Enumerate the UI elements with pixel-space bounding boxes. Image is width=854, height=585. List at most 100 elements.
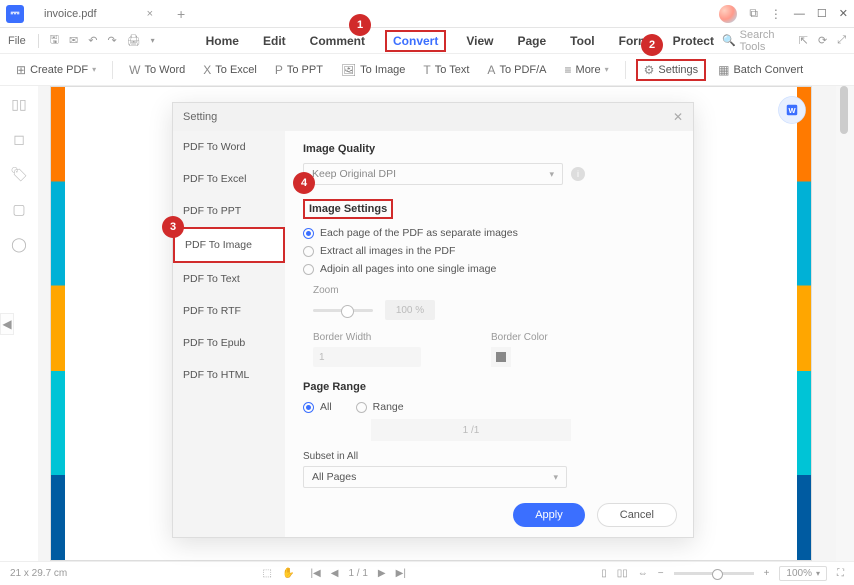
close-tab-icon[interactable]: × <box>147 8 153 20</box>
open-in-new-icon[interactable]: ⧉ <box>749 6 758 21</box>
print-icon[interactable]: 🖨 <box>124 32 144 49</box>
next-page-icon[interactable]: ▶ <box>378 568 386 579</box>
zoom-slider[interactable] <box>313 309 373 312</box>
tab-convert[interactable]: Convert <box>385 30 446 52</box>
last-page-icon[interactable]: ▶| <box>396 568 406 579</box>
batch-icon: ▦ <box>718 63 729 77</box>
redo-icon[interactable]: ↷ <box>104 32 119 49</box>
subset-dropdown[interactable]: All Pages ▾ <box>303 466 567 488</box>
tab-tool[interactable]: Tool <box>566 30 598 52</box>
pages-icon[interactable]: ▢ <box>12 201 25 218</box>
scrollbar-thumb[interactable] <box>840 86 848 134</box>
fit-width-icon[interactable]: ⇔ <box>638 568 648 579</box>
share-icon[interactable]: ⇱ <box>799 34 808 47</box>
border-width-label: Border Width <box>313 332 421 343</box>
image-quality-dropdown[interactable]: Keep Original DPI ▾ <box>303 163 563 185</box>
dialog-close-icon[interactable]: ✕ <box>673 110 683 124</box>
radio-icon <box>303 264 314 275</box>
side-pdf-to-image[interactable]: PDF To Image <box>173 227 285 263</box>
account-avatar[interactable] <box>719 5 737 23</box>
range-value-box[interactable]: 1 /1 <box>371 419 571 441</box>
zoom-in-icon[interactable]: + <box>764 568 770 579</box>
radio-range-all[interactable]: All <box>303 401 332 413</box>
border-width-input[interactable]: 1 <box>313 347 421 367</box>
vertical-scrollbar[interactable] <box>836 86 854 561</box>
close-window-button[interactable]: ✕ <box>839 7 848 20</box>
continuous-page-icon[interactable]: ▯▯ <box>617 568 628 579</box>
cloud-icon[interactable]: ⟳ <box>818 34 827 47</box>
cursor-tool-icon[interactable]: ⬚ <box>263 568 272 579</box>
page-indicator[interactable]: 1 / 1 <box>348 568 367 579</box>
tab-home[interactable]: Home <box>202 30 243 52</box>
radio-adjoin-pages[interactable]: Adjoin all pages into one single image <box>303 263 675 275</box>
to-text-button[interactable]: TTo Text <box>417 60 475 80</box>
cancel-button[interactable]: Cancel <box>597 503 677 527</box>
callout-marker-2: 2 <box>641 34 663 56</box>
settings-button[interactable]: ⚙Settings <box>636 59 707 81</box>
tab-view[interactable]: View <box>462 30 497 52</box>
attachments-icon[interactable]: 🏷 <box>10 166 28 183</box>
more-menu-icon[interactable]: ⋮ <box>770 7 782 21</box>
prev-page-icon[interactable]: ◀ <box>331 568 339 579</box>
apply-button[interactable]: Apply <box>513 503 585 527</box>
search-tools[interactable]: 🔍 Search Tools <box>722 29 789 53</box>
undo-icon[interactable]: ↶ <box>85 32 100 49</box>
search-panel-icon[interactable]: ◯ <box>11 236 27 253</box>
thumbnails-icon[interactable]: ▯▯ <box>11 96 26 113</box>
side-pdf-to-excel[interactable]: PDF To Excel <box>173 163 285 195</box>
search-placeholder: Search Tools <box>740 29 789 53</box>
zoom-value-box[interactable]: 100 % <box>385 300 435 320</box>
file-menu[interactable]: File <box>8 35 26 47</box>
separator <box>112 61 113 79</box>
radio-range-custom[interactable]: Range <box>356 401 404 413</box>
more-menu-button[interactable]: ≡More ▾ <box>559 60 615 80</box>
create-pdf-button[interactable]: ⊞Create PDF ▾ <box>10 60 102 80</box>
side-pdf-to-html[interactable]: PDF To HTML <box>173 359 285 391</box>
extra-icon[interactable]: ⤢ <box>837 34 846 47</box>
to-image-button[interactable]: 🖼To Image <box>335 60 411 80</box>
separator <box>38 34 39 48</box>
radio-extract-images[interactable]: Extract all images in the PDF <box>303 245 675 257</box>
fullscreen-icon[interactable]: ⛶ <box>837 568 844 579</box>
image-quality-heading: Image Quality <box>303 143 675 155</box>
side-pdf-to-epub[interactable]: PDF To Epub <box>173 327 285 359</box>
color-swatch <box>496 352 506 362</box>
to-excel-button[interactable]: XTo Excel <box>197 60 263 80</box>
side-pdf-to-word[interactable]: PDF To Word <box>173 131 285 163</box>
mail-icon[interactable]: ✉ <box>66 32 81 49</box>
hand-tool-icon[interactable]: ✋ <box>282 568 294 579</box>
radio-separate-images[interactable]: Each page of the PDF as separate images <box>303 227 675 239</box>
first-page-icon[interactable]: |◀ <box>310 568 320 579</box>
zoom-level-box[interactable]: 100% ▾ <box>779 566 827 581</box>
menu-bar: File 🖫 ✉ ↶ ↷ 🖨 ▾ Home Edit Comment Conve… <box>0 28 854 54</box>
print-dropdown-icon[interactable]: ▾ <box>148 34 158 47</box>
to-ppt-button[interactable]: PTo PPT <box>269 60 329 80</box>
side-pdf-to-ppt[interactable]: PDF To PPT <box>173 195 285 227</box>
side-pdf-to-text[interactable]: PDF To Text <box>173 263 285 295</box>
bookmarks-icon[interactable]: ◻ <box>13 131 25 148</box>
dialog-titlebar: Setting ✕ <box>173 103 693 131</box>
border-color-picker[interactable] <box>491 347 511 367</box>
single-page-icon[interactable]: ▯ <box>601 568 607 579</box>
zoom-out-icon[interactable]: − <box>658 568 664 579</box>
dialog-footer: Apply Cancel <box>513 503 677 527</box>
batch-convert-button[interactable]: ▦Batch Convert <box>712 60 809 80</box>
border-color-label: Border Color <box>491 332 548 343</box>
add-tab-icon[interactable]: + <box>177 6 185 22</box>
to-word-button[interactable]: WTo Word <box>123 60 191 80</box>
prev-page-arrow[interactable]: ◀ <box>0 313 14 335</box>
tab-page[interactable]: Page <box>513 30 550 52</box>
info-icon[interactable]: i <box>571 167 585 181</box>
tab-protect[interactable]: Protect <box>669 30 718 52</box>
tab-edit[interactable]: Edit <box>259 30 290 52</box>
maximize-button[interactable]: ☐ <box>817 7 827 20</box>
minimize-button[interactable]: — <box>794 8 805 20</box>
to-pdfa-button[interactable]: ATo PDF/A <box>481 60 552 80</box>
radio-icon <box>303 246 314 257</box>
status-bar: 21 x 29.7 cm ⬚ ✋ |◀ ◀ 1 / 1 ▶ ▶| ▯ ▯▯ ⇔ … <box>0 561 854 585</box>
document-tab[interactable]: invoice.pdf × <box>34 4 163 24</box>
word-badge-icon[interactable]: W <box>777 95 807 125</box>
statusbar-zoom-slider[interactable] <box>674 572 754 575</box>
side-pdf-to-rtf[interactable]: PDF To RTF <box>173 295 285 327</box>
save-icon[interactable]: 🖫 <box>47 29 62 52</box>
